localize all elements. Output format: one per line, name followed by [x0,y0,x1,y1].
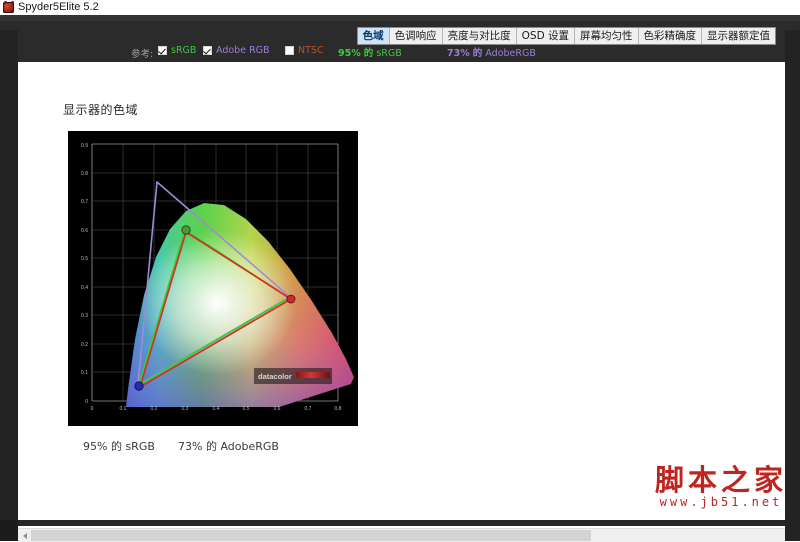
window-title: Spyder5Elite 5.2 [18,1,99,13]
checkbox-adobergb[interactable]: Adobe RGB [203,45,270,56]
svg-text:0.2: 0.2 [81,342,88,348]
coverage-srgb-of: 的 [363,48,374,59]
chart-svg: 0 0.1 0.2 0.3 0.4 0.5 0.6 0.7 0.8 0 0.1 [68,131,358,426]
legend-row: 参考: sRGB Adobe RGB NTSC 95% 的 sRGB 73% 的… [0,42,800,62]
svg-text:0.1: 0.1 [120,406,127,412]
svg-text:0.7: 0.7 [81,199,88,205]
checkbox-ntsc-label: NTSC [298,45,324,56]
blue-vertex [134,381,144,391]
gamut-coverage-footer: 95% 的 sRGB 73% 的 AdobeRGB [68,438,468,454]
title-bar: Spyder5Elite 5.2 [0,0,800,15]
red-vertex [286,294,296,304]
footer-coverage-adobergb: 73% 的 AdobeRGB [178,440,279,453]
coverage-adobergb: 73% 的 AdobeRGB [447,45,536,59]
report-page: 显示器的色域 0 0.1 0.2 0.3 0.4 0.5 0.6 0.7 0.8… [18,62,785,520]
header-bar: 色域 色调响应 亮度与对比度 OSD 设置 屏幕均匀性 色彩精确度 显示器额定值… [0,15,800,62]
svg-text:0.3: 0.3 [182,406,189,412]
cie-chromaticity-chart: 0 0.1 0.2 0.3 0.4 0.5 0.6 0.7 0.8 0 0.1 [68,131,358,426]
horizontal-scrollbar[interactable] [18,528,785,542]
right-frame-rail [785,30,800,541]
svg-text:0.1: 0.1 [81,370,88,376]
left-frame-rail [0,30,18,541]
datacolor-wordmark: datacolor [258,372,292,381]
coverage-srgb-percent: 95% [338,48,361,59]
svg-text:0.5: 0.5 [243,406,250,412]
svg-text:0.8: 0.8 [335,406,342,412]
coverage-adobergb-of: 的 [472,48,483,59]
coverage-srgb-space: sRGB [376,48,402,59]
svg-text:0.6: 0.6 [274,406,281,412]
checkbox-srgb-box[interactable] [158,46,167,55]
page-title: 显示器的色域 [63,103,139,117]
coverage-adobergb-percent: 73% [447,48,470,59]
svg-text:0: 0 [91,406,94,412]
window-frame: 色域 色调响应 亮度与对比度 OSD 设置 屏幕均匀性 色彩精确度 显示器额定值… [0,15,800,542]
svg-text:0.8: 0.8 [81,171,88,177]
scrollbar-thumb[interactable] [31,530,591,541]
svg-text:0.4: 0.4 [213,406,220,412]
scroll-left-arrow-icon[interactable] [18,529,31,542]
svg-text:0.3: 0.3 [81,313,88,319]
svg-text:0.9: 0.9 [81,143,88,149]
checkbox-srgb[interactable]: sRGB [158,45,196,56]
checkbox-ntsc[interactable]: NTSC [285,45,324,56]
svg-text:0.5: 0.5 [81,256,88,262]
svg-text:0.2: 0.2 [151,406,158,412]
coverage-srgb: 95% 的 sRGB [338,45,402,59]
header-top-strip [0,15,800,21]
datacolor-watermark: datacolor [254,368,332,384]
svg-text:0.6: 0.6 [81,228,88,234]
svg-text:0.7: 0.7 [305,406,312,412]
checkbox-ntsc-box[interactable] [285,46,294,55]
reference-label: 参考: [131,49,154,60]
checkbox-srgb-label: sRGB [171,45,197,56]
coverage-adobergb-space: AdobeRGB [485,48,536,59]
application-window: Spyder5Elite 5.2 色域 色调响应 亮度与对比度 OSD 设置 屏… [0,0,800,542]
bottom-frame-rail [0,520,18,541]
green-vertex [181,225,191,235]
svg-text:0: 0 [85,399,88,405]
footer-coverage-srgb: 95% 的 sRGB [83,440,155,453]
checkbox-adobergb-box[interactable] [203,46,212,55]
checkbox-adobergb-label: Adobe RGB [216,45,270,56]
spyder-app-icon [3,1,14,13]
svg-text:0.4: 0.4 [81,285,88,291]
